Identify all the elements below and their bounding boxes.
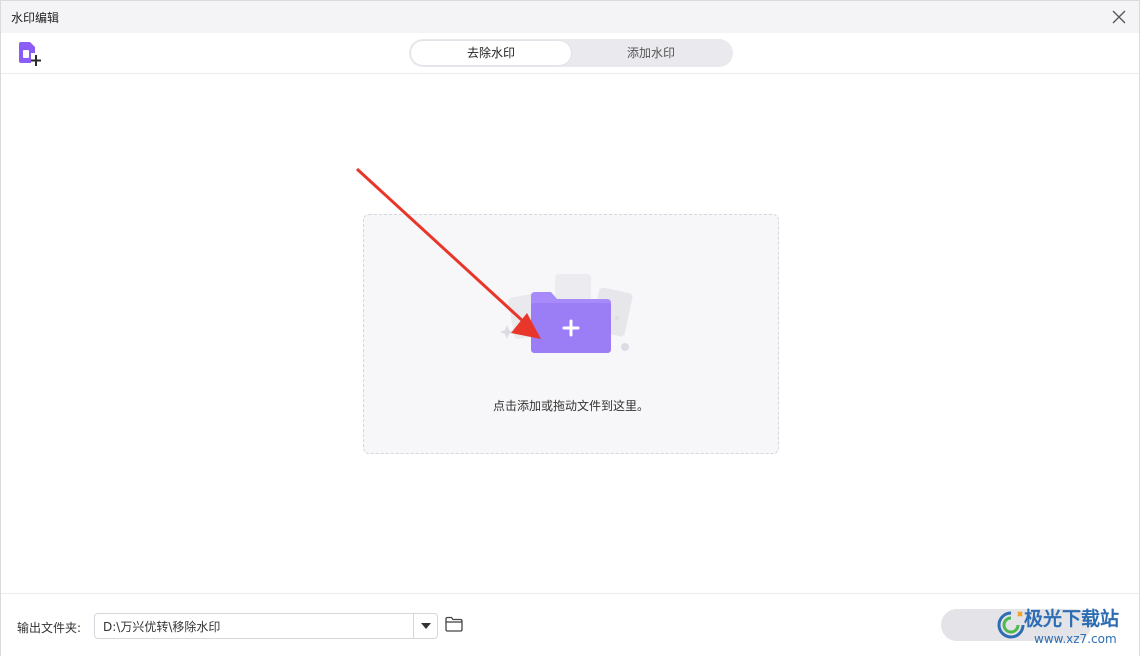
site-watermark-logo: 极光下载站 www.xz7.com (996, 604, 1136, 652)
folder-icon (445, 616, 463, 632)
drop-hint-text: 点击添加或拖动文件到这里。 (492, 399, 649, 413)
output-folder-label: 输出文件夹: (17, 621, 82, 635)
tab-remove-watermark[interactable]: 去除水印 (411, 41, 571, 65)
aurora-logo-icon (997, 611, 1025, 639)
watermark-name: 极光下载站 (1024, 608, 1120, 630)
browse-folder-button[interactable] (445, 616, 463, 632)
mode-tabs: 去除水印 添加水印 (409, 39, 733, 67)
close-button[interactable] (1109, 7, 1129, 27)
footer-bar: 输出文件夹: D:\万兴优转\移除水印 (1, 593, 1139, 656)
output-path-field[interactable]: D:\万兴优转\移除水印 (94, 613, 438, 639)
close-icon (1112, 10, 1126, 24)
tab-add-watermark[interactable]: 添加水印 (571, 41, 731, 65)
title-bar: 水印编辑 (1, 1, 1139, 33)
watermark-edit-window: 水印编辑 去除水印 添加水印 点击添加或拖动文件到这里。 输出文件夹: D:\万… (0, 0, 1140, 656)
file-drop-zone[interactable]: 点击添加或拖动文件到这里。 (363, 214, 779, 454)
folder-plus-icon (500, 274, 633, 353)
add-file-icon (19, 42, 41, 66)
path-dropdown-button[interactable] (414, 614, 437, 638)
chevron-down-icon (420, 623, 431, 629)
output-path-value: D:\万兴优转\移除水印 (103, 620, 221, 634)
window-title: 水印编辑 (11, 11, 60, 25)
toolbar: 去除水印 添加水印 (1, 33, 1139, 74)
add-file-button[interactable] (17, 41, 43, 67)
watermark-url: www.xz7.com (1034, 632, 1117, 646)
